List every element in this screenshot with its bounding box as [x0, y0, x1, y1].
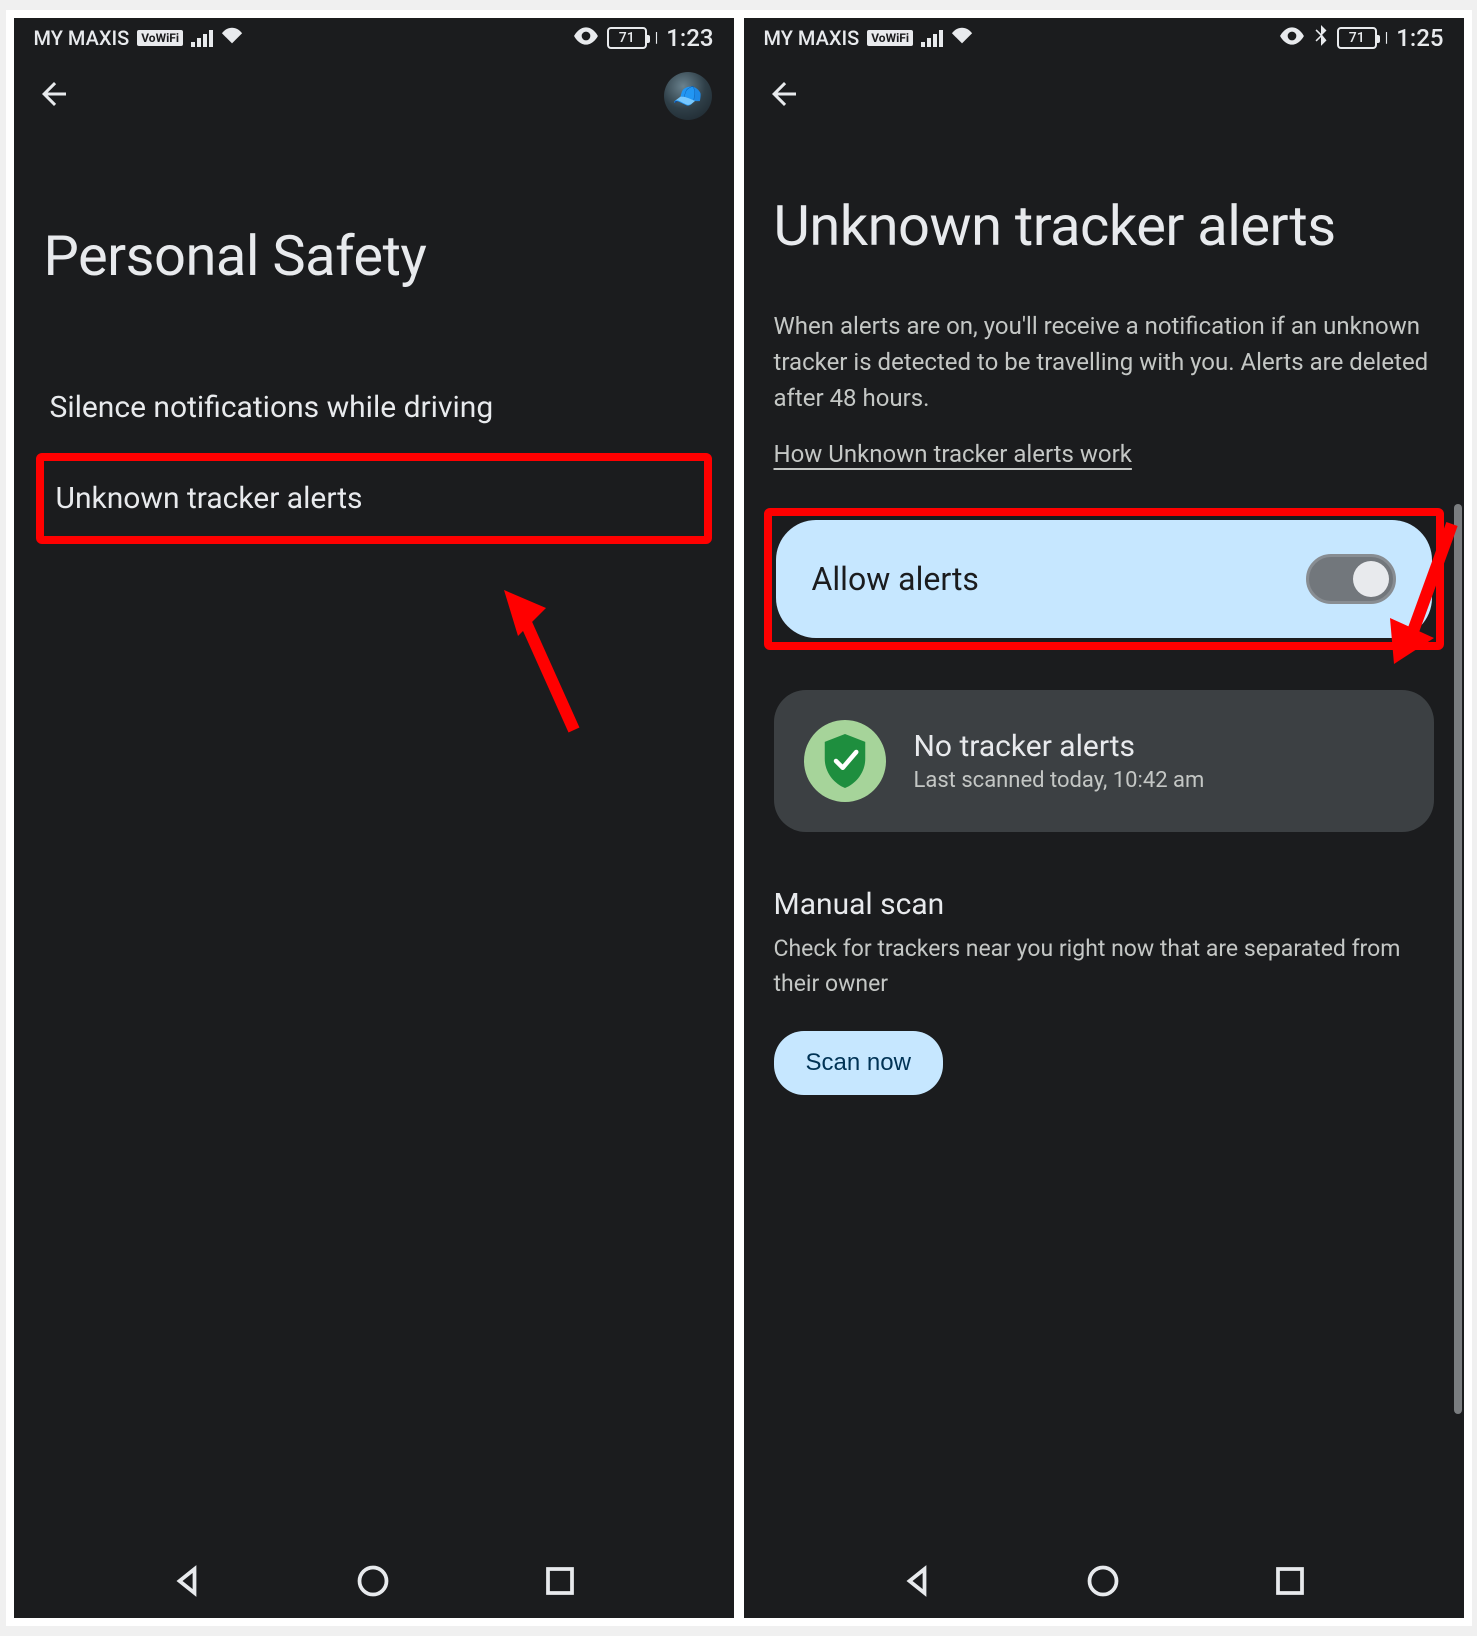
- vowifi-badge: VoWiFi: [867, 30, 913, 46]
- phone-screenshot-left: MY MAXIS VoWiFi 71 | 1:23 🧢 Personal Saf…: [14, 18, 734, 1618]
- annotation-highlight: Unknown tracker alerts: [36, 453, 712, 544]
- eye-icon: [1279, 26, 1305, 50]
- status-bar: MY MAXIS VoWiFi 71 | 1:25: [744, 18, 1464, 58]
- signal-icon: [921, 29, 943, 47]
- nav-home-icon[interactable]: [1085, 1563, 1121, 1603]
- nav-recent-icon[interactable]: [1272, 1563, 1308, 1603]
- clock-label: 1:23: [666, 24, 713, 52]
- phone-screenshot-right: MY MAXIS VoWiFi 71 | 1:25 Unknown tracke…: [744, 18, 1464, 1618]
- annotation-highlight: Allow alerts: [764, 508, 1444, 650]
- help-link[interactable]: How Unknown tracker alerts work: [774, 440, 1132, 468]
- wifi-icon: [221, 26, 243, 50]
- navigation-bar: [14, 1548, 734, 1618]
- allow-alerts-toggle-row[interactable]: Allow alerts: [776, 520, 1432, 638]
- manual-scan-subtitle: Check for trackers near you right now th…: [774, 932, 1434, 1001]
- back-button[interactable]: [36, 76, 72, 116]
- nav-back-icon[interactable]: [899, 1563, 935, 1603]
- signal-icon: [191, 29, 213, 47]
- bluetooth-icon: [1313, 25, 1329, 52]
- status-card-title: No tracker alerts: [914, 729, 1205, 764]
- nav-recent-icon[interactable]: [542, 1563, 578, 1603]
- page-content: Unknown tracker alerts When alerts are o…: [744, 134, 1464, 1548]
- eye-icon: [573, 26, 599, 50]
- tracker-status-card: No tracker alerts Last scanned today, 10…: [774, 690, 1434, 832]
- app-bar: [744, 58, 1464, 134]
- battery-icon: 71: [607, 27, 647, 49]
- annotation-arrow: [504, 590, 594, 740]
- app-bar: 🧢: [14, 58, 734, 134]
- page-title: Personal Safety: [44, 224, 704, 288]
- nav-home-icon[interactable]: [355, 1563, 391, 1603]
- scan-now-button[interactable]: Scan now: [774, 1031, 943, 1095]
- shield-check-icon: [804, 720, 886, 802]
- page-description: When alerts are on, you'll receive a not…: [774, 308, 1434, 416]
- carrier-label: MY MAXIS: [34, 26, 130, 50]
- toggle-label: Allow alerts: [812, 560, 979, 598]
- manual-scan-heading: Manual scan: [774, 887, 1434, 922]
- settings-item-unknown-tracker[interactable]: Unknown tracker alerts: [50, 471, 698, 526]
- status-bar: MY MAXIS VoWiFi 71 | 1:23: [14, 18, 734, 58]
- clock-label: 1:25: [1396, 24, 1443, 52]
- carrier-label: MY MAXIS: [764, 26, 860, 50]
- status-card-subtitle: Last scanned today, 10:42 am: [914, 768, 1205, 793]
- wifi-icon: [951, 26, 973, 50]
- navigation-bar: [744, 1548, 1464, 1618]
- back-button[interactable]: [766, 76, 802, 116]
- toggle-switch[interactable]: [1306, 554, 1396, 604]
- page-content: Personal Safety Silence notifications wh…: [14, 134, 734, 1548]
- profile-avatar[interactable]: 🧢: [664, 72, 712, 120]
- vowifi-badge: VoWiFi: [137, 30, 183, 46]
- battery-icon: 71: [1337, 27, 1377, 49]
- settings-item-silence-driving[interactable]: Silence notifications while driving: [44, 368, 704, 447]
- nav-back-icon[interactable]: [169, 1563, 205, 1603]
- page-title: Unknown tracker alerts: [774, 194, 1434, 258]
